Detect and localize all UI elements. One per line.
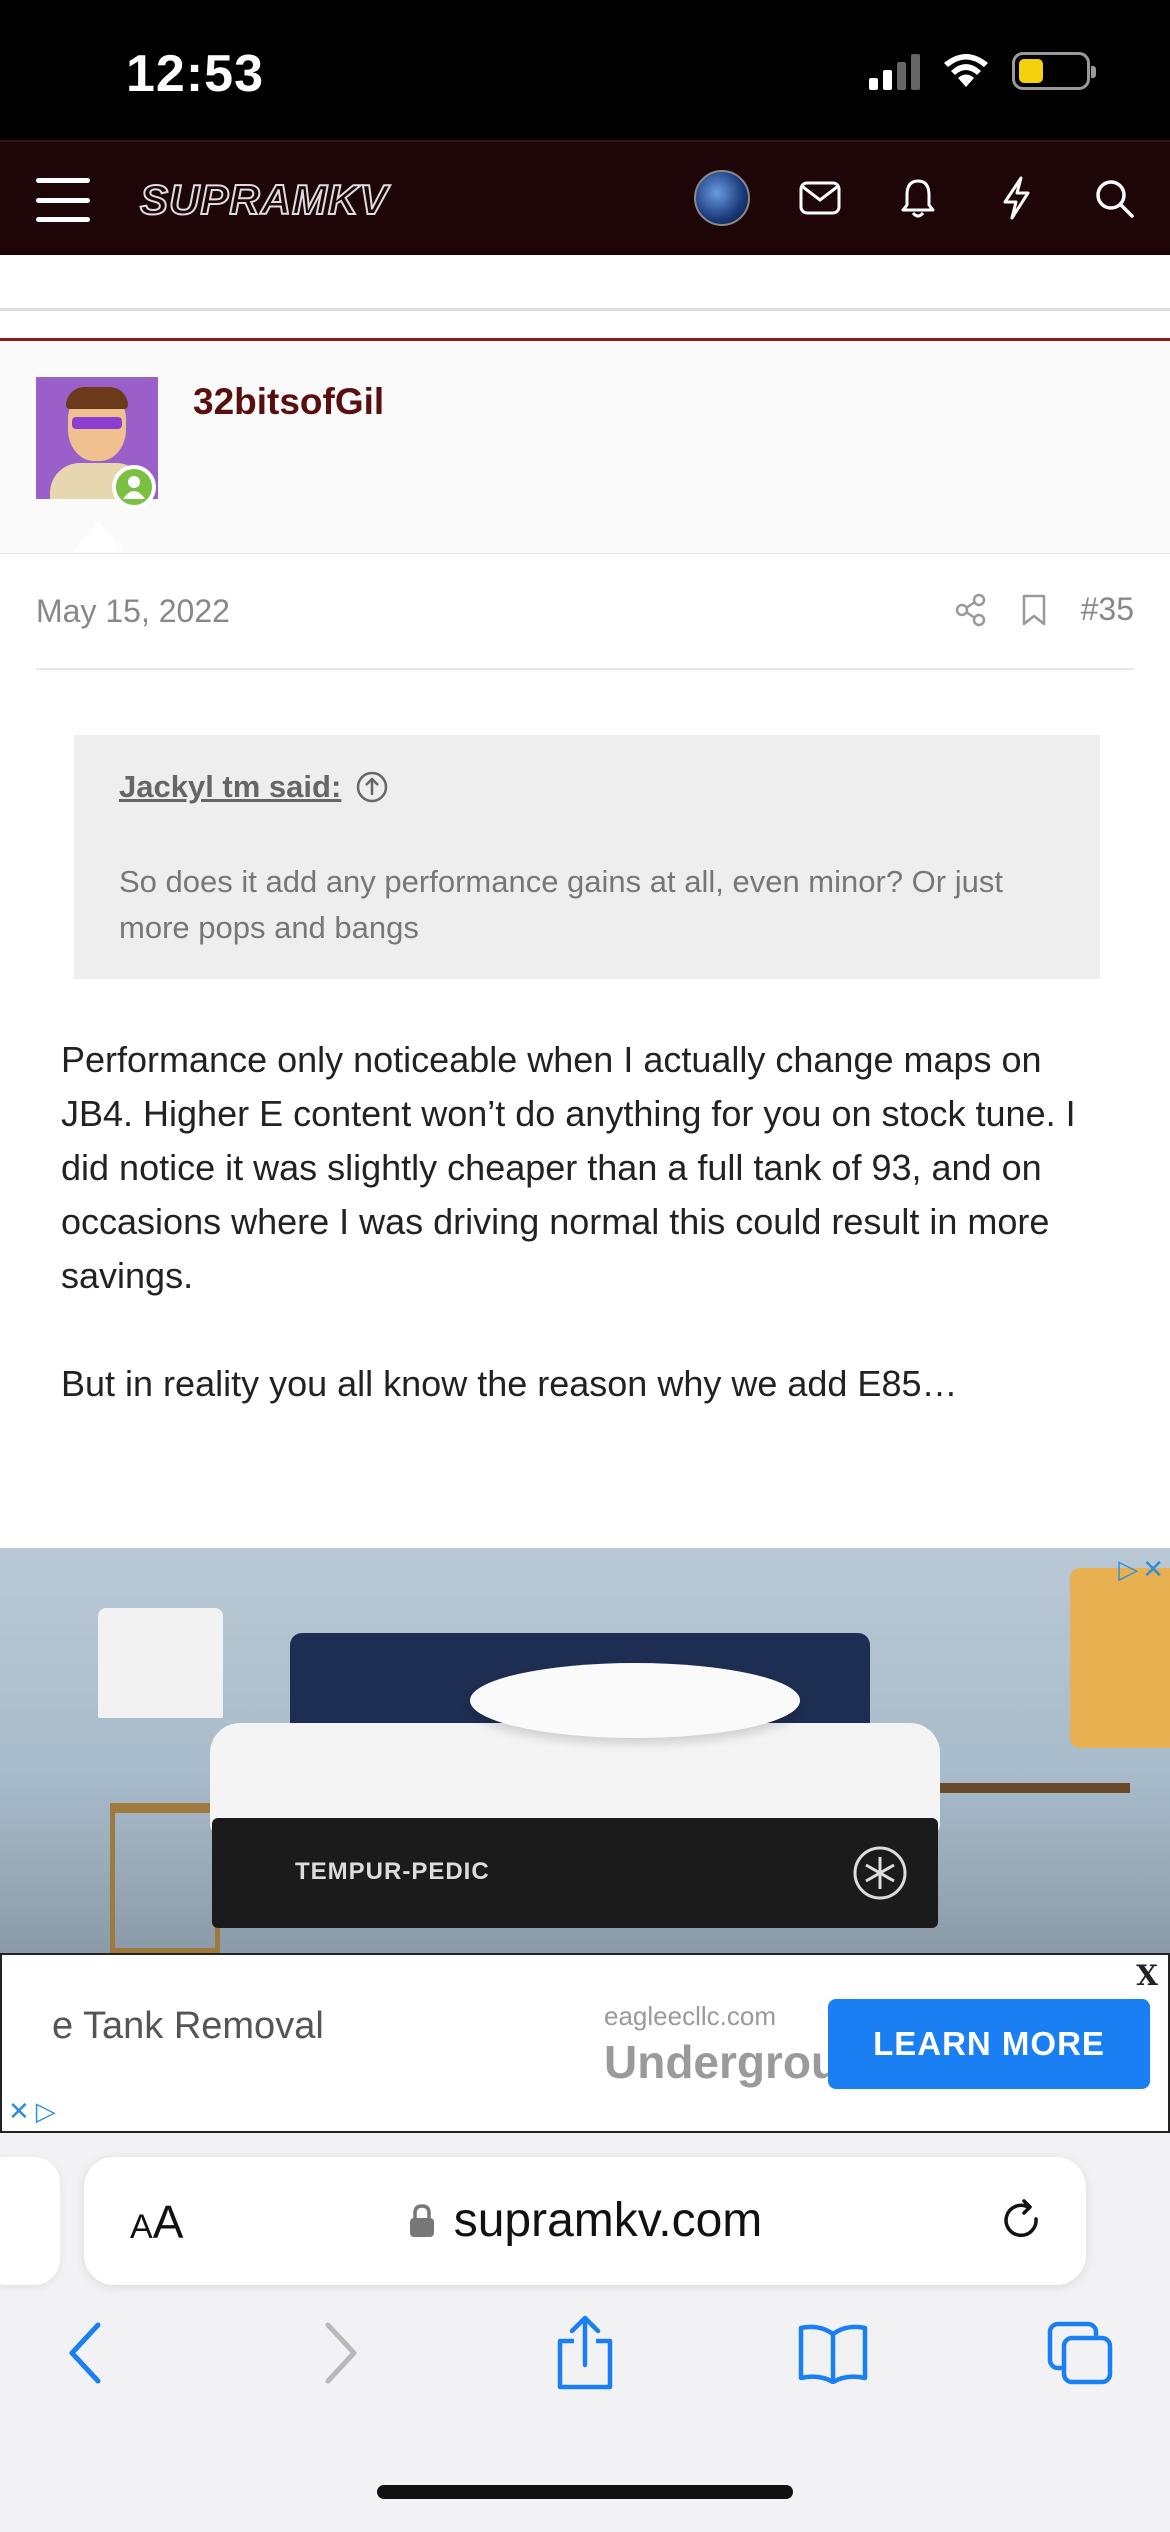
post-username[interactable]: 32bitsofGil [193, 381, 384, 423]
address-bar[interactable]: AA supramkv.com [84, 2157, 1086, 2285]
ad-close-icon[interactable]: ✕ [1142, 1554, 1164, 1585]
previous-tab-preview[interactable] [0, 2157, 60, 2285]
previous-post-edge [0, 255, 1170, 311]
post-actions: #35 [955, 591, 1134, 628]
post-meta: May 15, 2022 #35 [36, 555, 1134, 670]
mattress-ad[interactable]: TEMPUR-PEDIC ▷ ✕ [0, 1548, 1170, 1953]
wall-art [1070, 1568, 1170, 1748]
url-display[interactable]: supramkv.com [84, 2193, 1086, 2248]
learn-more-button[interactable]: LEARN MORE [828, 1999, 1150, 2089]
ad-close-icon[interactable]: ✕ [8, 2096, 30, 2127]
post-body: Performance only noticeable when I actua… [61, 1033, 1121, 1411]
post-paragraph: Performance only noticeable when I actua… [61, 1039, 1076, 1296]
quote-block: Jackyl tm said: So does it add any perfo… [74, 735, 1100, 979]
status-bar: 12:53 [0, 0, 1170, 140]
forward-button[interactable] [300, 2313, 380, 2393]
arrow-up-circle-icon[interactable] [355, 770, 389, 804]
banner-title[interactable]: e Tank Removal [52, 2005, 324, 2048]
post-user-block: 32bitsofGil [0, 341, 1170, 554]
cellular-signal-icon [869, 52, 920, 90]
wifi-icon [944, 54, 988, 87]
banner-domain: eagleecllc.com [604, 2001, 776, 2031]
mattress [210, 1723, 940, 1833]
banner-subtitle: Undergrou [604, 2036, 840, 2088]
post-date[interactable]: May 15, 2022 [36, 593, 230, 630]
lightning-icon[interactable] [988, 170, 1044, 226]
ad-choices[interactable]: ✕ ▷ [8, 2096, 56, 2127]
snowflake-icon [853, 1846, 907, 1900]
site-logo[interactable]: SUPRAMKV [139, 175, 388, 224]
share-icon [557, 2315, 613, 2390]
post-paragraph: But in reality you all know the reason w… [61, 1363, 958, 1404]
account-avatar[interactable] [694, 170, 750, 226]
chevron-left-icon [69, 2322, 101, 2384]
browser-nav [0, 2313, 1170, 2413]
inbox-icon[interactable] [792, 170, 848, 226]
header-actions [694, 170, 1142, 226]
share-button[interactable] [545, 2313, 625, 2393]
bookmark-icon[interactable] [1021, 593, 1047, 627]
ad-brand: TEMPUR-PEDIC [295, 1858, 490, 1885]
hamburger-menu-icon[interactable] [36, 178, 90, 222]
bookmarks-button[interactable] [793, 2313, 873, 2393]
pillow [470, 1663, 800, 1738]
share-icon[interactable] [955, 593, 987, 627]
banner-ad[interactable]: X e Tank Removal eagleecllc.com Undergro… [0, 1953, 1170, 2133]
lock-icon [409, 2203, 434, 2237]
search-icon[interactable] [1086, 170, 1142, 226]
quote-author[interactable]: Jackyl tm said: [119, 769, 341, 805]
lamp [98, 1608, 223, 1718]
reload-icon[interactable] [998, 2197, 1046, 2250]
home-indicator [377, 2485, 793, 2499]
site-header: SUPRAMKV [0, 140, 1170, 255]
post-number[interactable]: #35 [1081, 591, 1134, 628]
chevron-right-icon [325, 2322, 357, 2384]
battery-icon [1012, 52, 1096, 90]
status-icons [869, 52, 1096, 90]
bell-icon[interactable] [890, 170, 946, 226]
status-time: 12:53 [126, 45, 264, 103]
ad-choices[interactable]: ▷ ✕ [1118, 1554, 1164, 1585]
url-text[interactable]: supramkv.com [454, 2193, 763, 2248]
online-status-icon [112, 465, 156, 509]
quote-text: So does it add any performance gains at … [119, 864, 1003, 945]
ad-info-icon[interactable]: ▷ [1118, 1554, 1138, 1585]
side-table [930, 1783, 1130, 1953]
back-button[interactable] [46, 2313, 126, 2393]
tabs-button[interactable] [1040, 2313, 1120, 2393]
ad-info-icon[interactable]: ▷ [36, 2096, 56, 2127]
banner-close-button[interactable]: X [1136, 1959, 1158, 1992]
quote-author-link[interactable]: Jackyl tm said: [119, 769, 1055, 805]
browser-toolbar: AA supramkv.com [0, 2133, 1170, 2532]
book-icon [798, 2324, 868, 2384]
user-block-pointer [72, 522, 124, 552]
side-table [110, 1803, 220, 1953]
tabs-icon [1047, 2321, 1113, 2385]
